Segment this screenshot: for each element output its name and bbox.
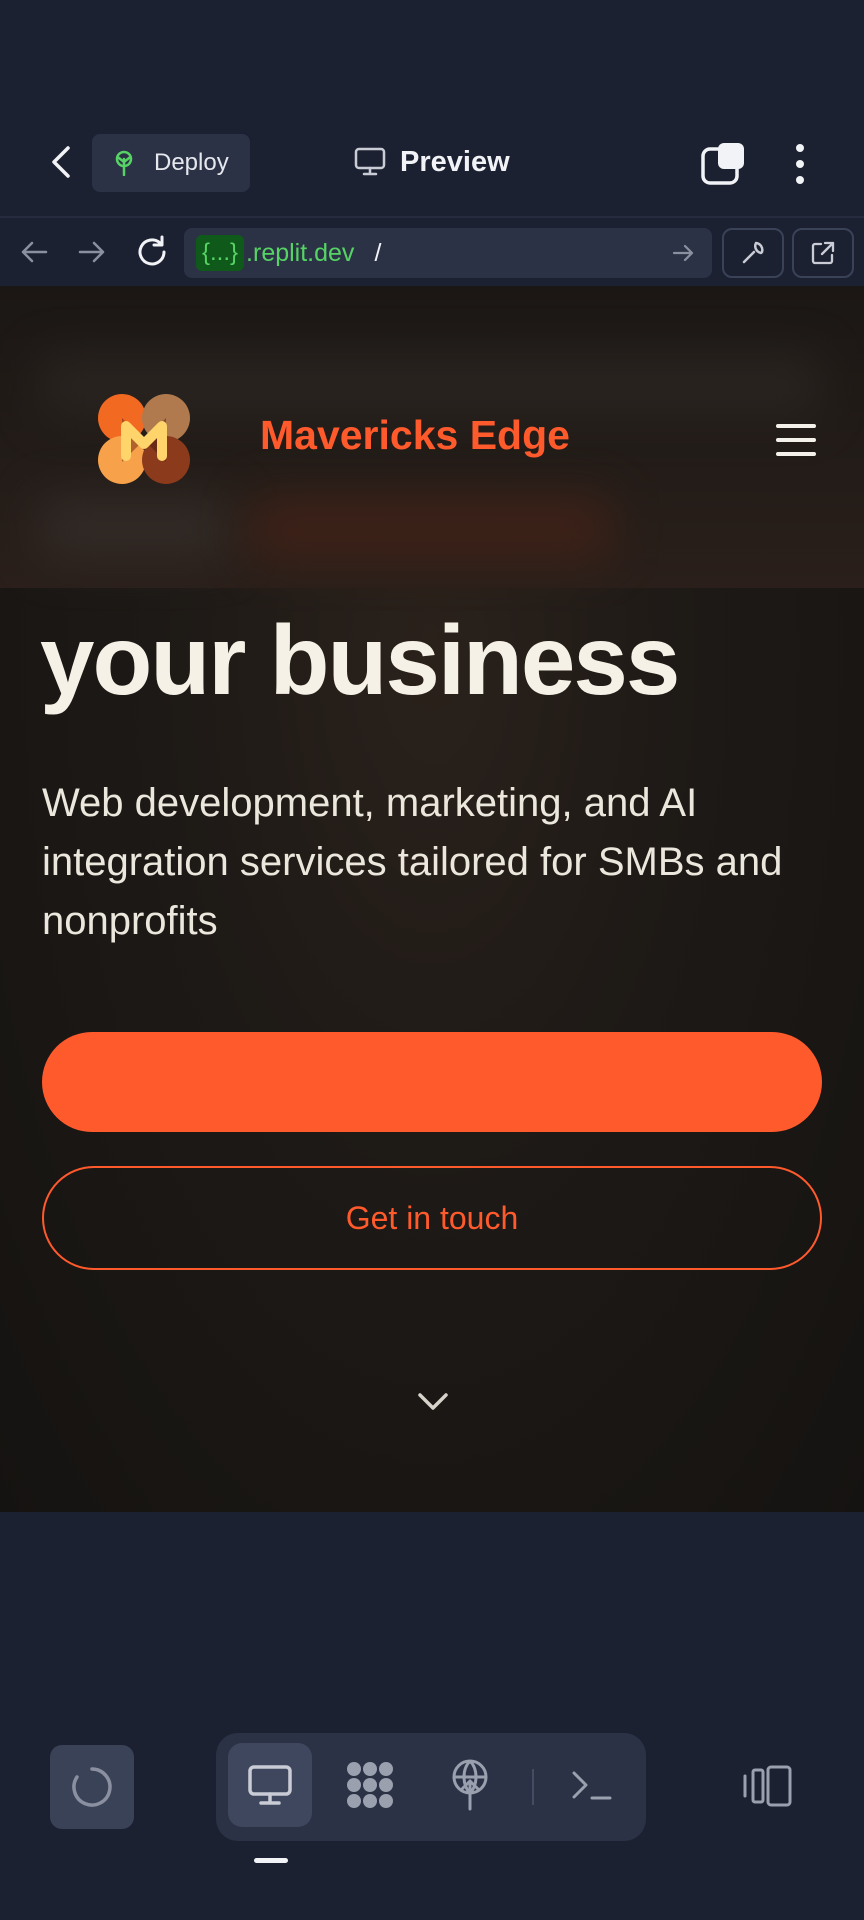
- preview-tab-title: Preview: [354, 140, 510, 184]
- tabs-icon: [701, 143, 744, 185]
- bottom-dock: [0, 1700, 864, 1920]
- brand-name[interactable]: Mavericks Edge: [260, 412, 570, 459]
- browser-forward-button[interactable]: [72, 232, 112, 272]
- dock-separator: [532, 1769, 534, 1805]
- arrow-left-icon: [21, 241, 48, 263]
- terminal-icon: [572, 1771, 612, 1800]
- open-new-tab-button[interactable]: [792, 228, 854, 278]
- website-preview: Mavericks Edge your business Web develop…: [0, 286, 864, 1512]
- pane-switcher: [216, 1733, 646, 1841]
- primary-cta-button[interactable]: [42, 1032, 822, 1132]
- panels-toggle-button[interactable]: [740, 1758, 796, 1814]
- devtools-button[interactable]: [722, 228, 784, 278]
- browser-back-button[interactable]: [14, 232, 54, 272]
- external-link-icon: [811, 241, 835, 265]
- get-in-touch-button[interactable]: Get in touch: [42, 1166, 822, 1270]
- monitor-icon: [354, 147, 386, 176]
- arrow-right-icon[interactable]: [668, 238, 698, 268]
- deploy-label: Deploy: [154, 149, 229, 176]
- hero-subheadline: Web development, marketing, and AI integ…: [42, 781, 783, 943]
- deployments-icon: [452, 1759, 488, 1811]
- brand-logo[interactable]: [96, 394, 192, 486]
- arrow-right-icon: [78, 241, 105, 263]
- hero-headline: your business: [40, 605, 680, 715]
- active-tab-indicator: [254, 1858, 288, 1863]
- menu-line: [776, 438, 816, 442]
- url-input[interactable]: {...} .replit.dev /: [184, 228, 712, 278]
- reload-icon: [138, 235, 166, 266]
- url-domain: .replit.dev: [246, 238, 355, 267]
- panels-icon: [743, 1765, 792, 1807]
- more-options-button[interactable]: [780, 140, 820, 188]
- preview-url-bar: {...} .replit.dev /: [0, 218, 864, 286]
- webview-tab[interactable]: [228, 1743, 312, 1827]
- url-path: /: [374, 238, 382, 267]
- tabs-button[interactable]: [700, 140, 748, 188]
- agent-tab[interactable]: [328, 1743, 412, 1827]
- deploy-button[interactable]: Deploy: [92, 134, 250, 192]
- back-button[interactable]: [38, 140, 82, 184]
- deploy-icon: [115, 150, 133, 176]
- ide-toolbar: Deploy Preview: [0, 0, 864, 216]
- spinner-icon: [72, 1767, 112, 1807]
- reload-button[interactable]: [132, 232, 172, 272]
- deployments-tab[interactable]: [428, 1743, 512, 1827]
- shell-tab[interactable]: [550, 1743, 634, 1827]
- kebab-dot: [796, 144, 804, 152]
- header-blur: [40, 498, 230, 558]
- chevron-down-icon[interactable]: [416, 1390, 450, 1414]
- hamburger-menu-button[interactable]: [776, 424, 816, 456]
- site-header: Mavericks Edge: [0, 286, 864, 588]
- kebab-dot: [796, 160, 804, 168]
- wrench-icon: [742, 241, 764, 264]
- preview-label: Preview: [400, 145, 510, 178]
- menu-line: [776, 452, 816, 456]
- chevron-left-icon: [52, 146, 70, 178]
- agent-icon: [347, 1762, 393, 1808]
- loading-button[interactable]: [50, 1745, 134, 1829]
- menu-line: [776, 424, 816, 428]
- header-blur: [250, 498, 610, 558]
- url-hidden-token: {...}: [196, 235, 245, 271]
- kebab-dot: [796, 176, 804, 184]
- monitor-icon: [248, 1765, 292, 1805]
